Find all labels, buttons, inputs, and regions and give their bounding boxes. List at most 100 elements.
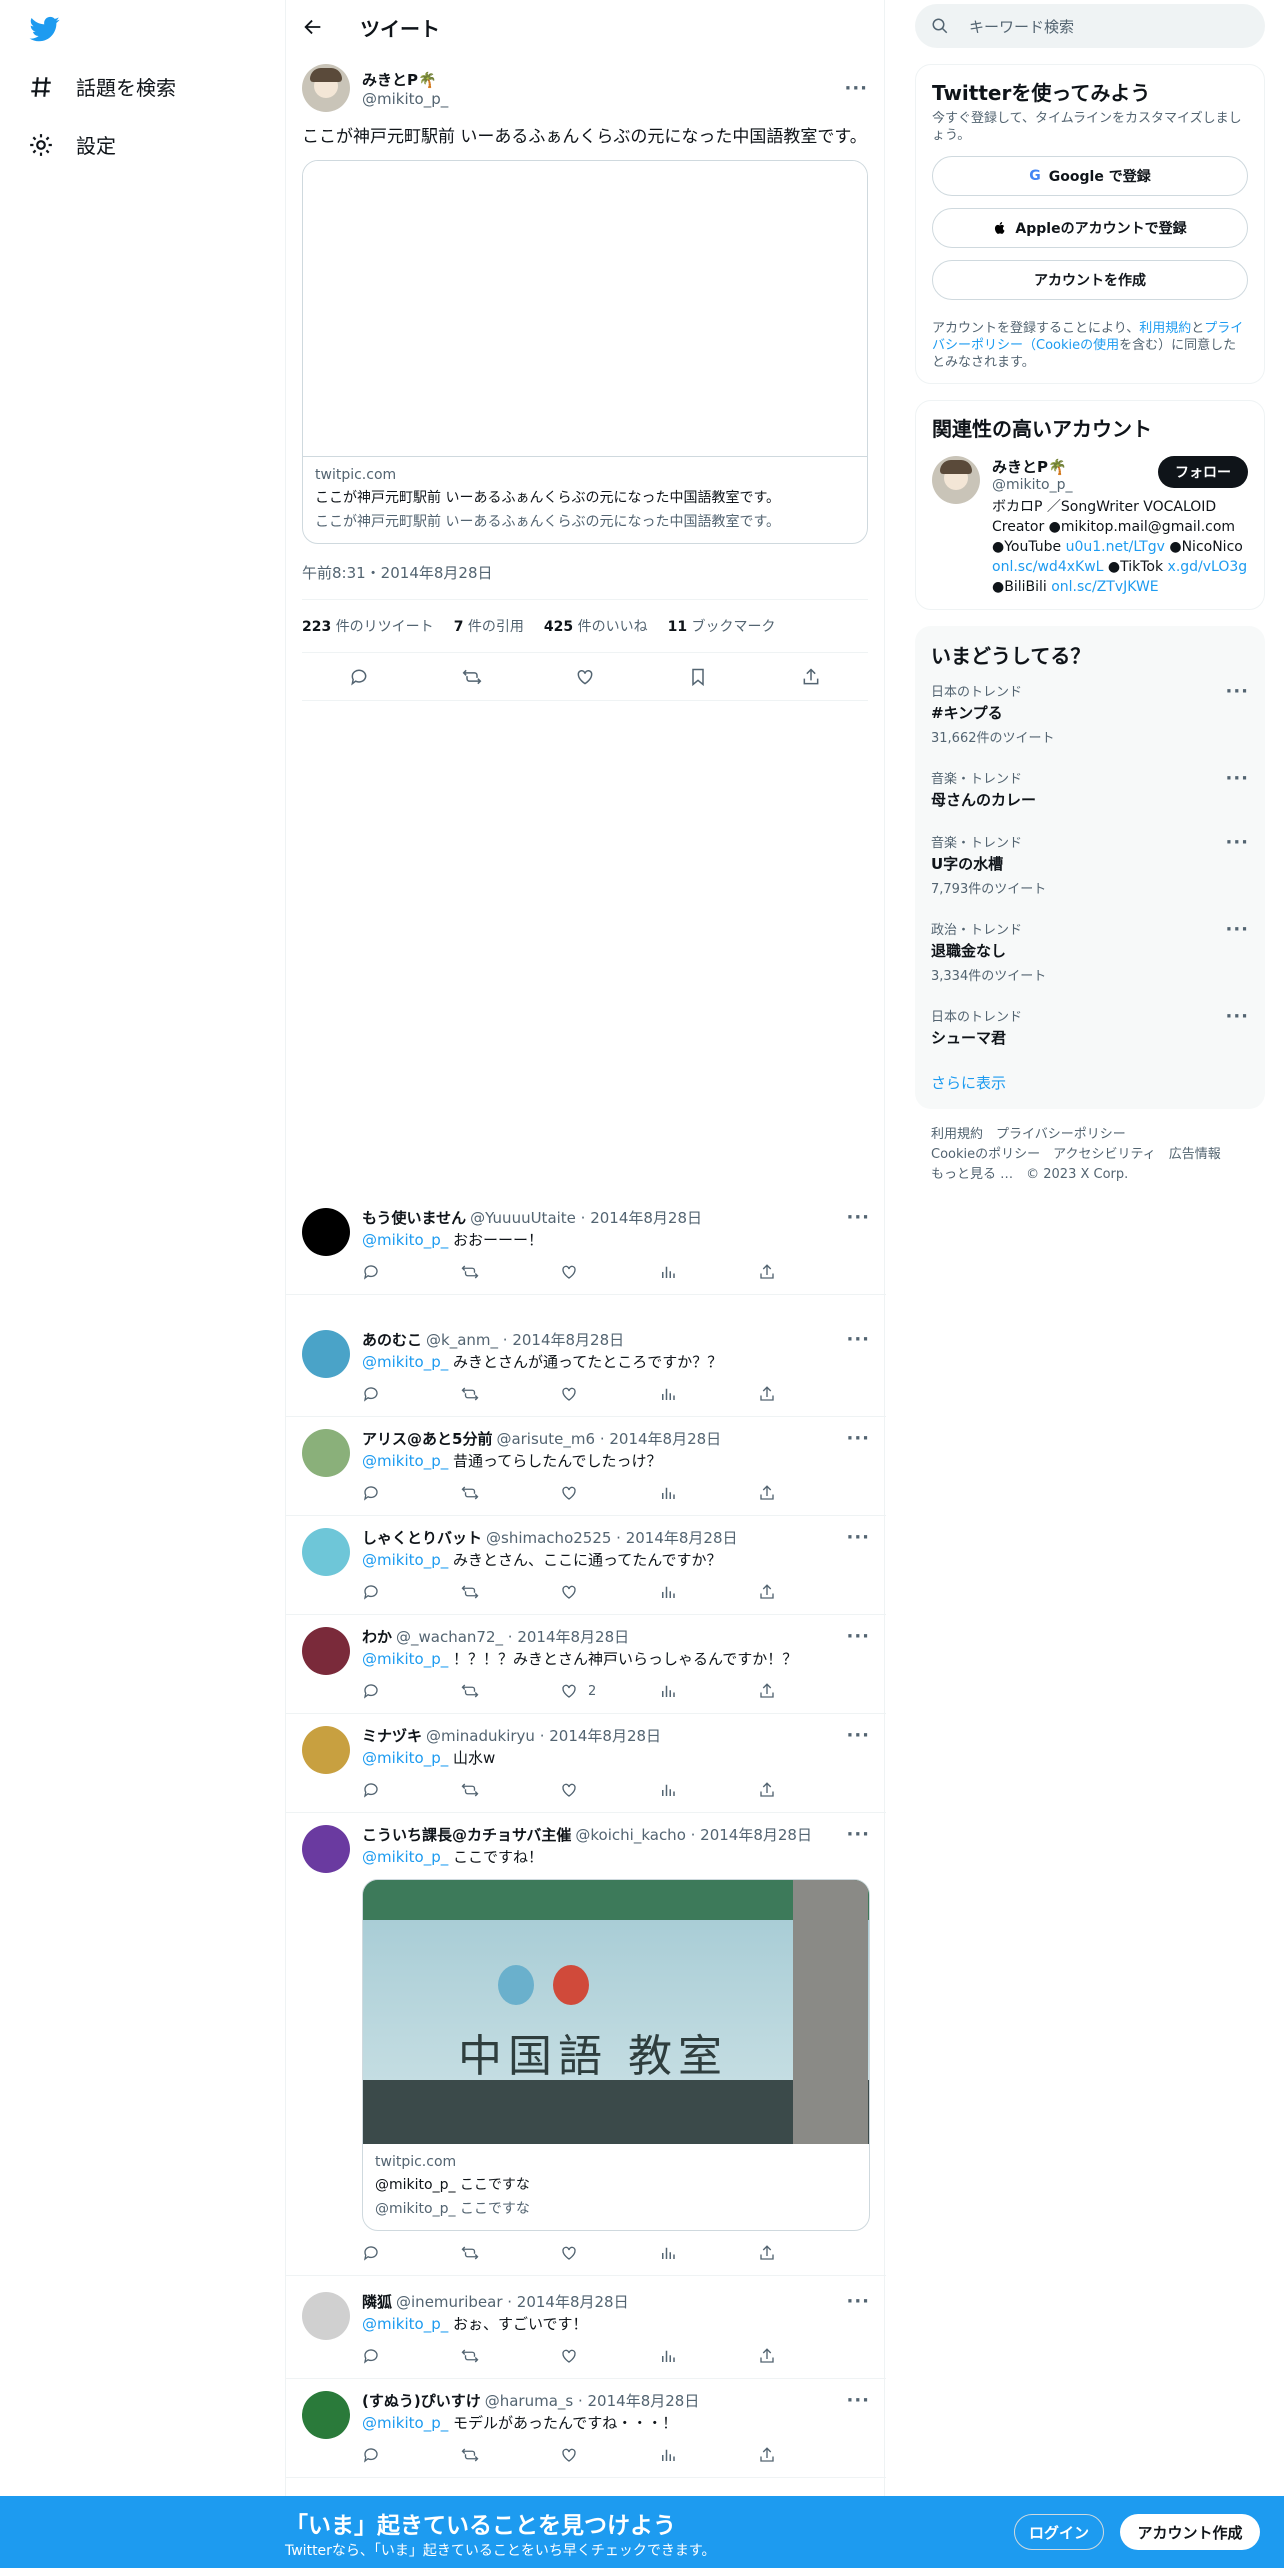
mention-link[interactable]: @mikito_p_ bbox=[362, 2414, 448, 2432]
retweet-icon[interactable] bbox=[461, 1583, 479, 1601]
reply-tweet[interactable]: 隣狐 @inemuribear · 2014年8月28日 ··· @mikito… bbox=[286, 2280, 886, 2379]
like-icon[interactable] bbox=[560, 1263, 578, 1281]
retweet-icon[interactable] bbox=[461, 1484, 479, 1502]
mention-link[interactable]: @mikito_p_ bbox=[362, 1231, 448, 1249]
more-options-icon[interactable]: ··· bbox=[1225, 832, 1249, 853]
retweet-icon[interactable] bbox=[462, 667, 482, 687]
more-options-icon[interactable]: ··· bbox=[1225, 1006, 1249, 1027]
mention-link[interactable]: @mikito_p_ bbox=[362, 2315, 448, 2333]
views-icon[interactable] bbox=[659, 1263, 677, 1281]
reply-author-handle[interactable]: @minadukiryu · 2014年8月28日 bbox=[426, 1726, 661, 1746]
reply-icon[interactable] bbox=[362, 1781, 380, 1799]
reply-author-name[interactable]: ミナヅキ bbox=[362, 1726, 422, 1746]
share-icon[interactable] bbox=[758, 1263, 776, 1281]
views-icon[interactable] bbox=[659, 1682, 677, 1700]
more-options-icon[interactable]: ··· bbox=[846, 1429, 870, 1449]
views-icon[interactable] bbox=[659, 1484, 677, 1502]
link-card[interactable]: twitpic.com ここが神戸元町駅前 いーあるふぁんくらぶの元になった中国… bbox=[302, 160, 868, 544]
create-account-button[interactable]: アカウントを作成 bbox=[932, 260, 1248, 300]
views-icon[interactable] bbox=[659, 2244, 677, 2262]
retweet-icon[interactable] bbox=[461, 1781, 479, 1799]
reply-author-name[interactable]: しゃくとりバット bbox=[362, 1528, 482, 1548]
search-input[interactable]: キーワード検索 bbox=[969, 16, 1074, 37]
reply-icon[interactable] bbox=[362, 1682, 380, 1700]
like-icon[interactable] bbox=[560, 1583, 578, 1601]
reply-author-handle[interactable]: @_wachan72_ · 2014年8月28日 bbox=[396, 1627, 629, 1647]
retweet-count[interactable]: 223 件のリツイート bbox=[302, 616, 434, 636]
avatar[interactable] bbox=[302, 2391, 350, 2439]
reply-author-name[interactable]: わか bbox=[362, 1627, 392, 1647]
reply-tweet[interactable]: ミナヅキ @minadukiryu · 2014年8月28日 ··· @miki… bbox=[286, 1714, 886, 1813]
search-box[interactable]: キーワード検索 bbox=[915, 4, 1265, 48]
reply-tweet[interactable]: あのむこ @k_anm_ · 2014年8月28日 ··· @mikito_p_… bbox=[286, 1318, 886, 1417]
reply-icon[interactable] bbox=[349, 667, 369, 687]
reply-author-name[interactable]: こういち課長@カチョサバ主催 bbox=[362, 1825, 571, 1845]
more-options-icon[interactable]: ··· bbox=[846, 1726, 870, 1746]
retweet-icon[interactable] bbox=[461, 2446, 479, 2464]
back-arrow-icon[interactable] bbox=[302, 16, 324, 38]
reply-tweet[interactable]: もう使いません @YuuuuUtaite · 2014年8月28日 ··· @m… bbox=[286, 1196, 886, 1295]
trend-item[interactable]: 政治・トレンド 退職金なし 3,334件のツイート ··· bbox=[931, 919, 1249, 984]
footer-line-2[interactable]: Cookieのポリシー アクセシビリティ 広告情報 bbox=[931, 1145, 1249, 1165]
reply-icon[interactable] bbox=[362, 1263, 380, 1281]
retweet-icon[interactable] bbox=[461, 1385, 479, 1403]
trend-item[interactable]: 音楽・トレンド U字の水槽 7,793件のツイート ··· bbox=[931, 832, 1249, 897]
avatar[interactable] bbox=[302, 1330, 350, 1378]
reply-icon[interactable] bbox=[362, 1484, 380, 1502]
reply-author-name[interactable]: 隣狐 bbox=[362, 2292, 392, 2312]
share-icon[interactable] bbox=[758, 1583, 776, 1601]
more-options-icon[interactable]: ··· bbox=[846, 2391, 870, 2411]
more-options-icon[interactable]: ··· bbox=[846, 1528, 870, 1548]
more-options-icon[interactable]: ··· bbox=[846, 1627, 870, 1647]
bookmark-count[interactable]: 11 ブックマーク bbox=[668, 616, 776, 636]
like-icon[interactable] bbox=[560, 1484, 578, 1502]
share-icon[interactable] bbox=[758, 1682, 776, 1700]
more-options-icon[interactable]: ··· bbox=[1225, 768, 1249, 789]
avatar[interactable] bbox=[302, 64, 350, 112]
reply-icon[interactable] bbox=[362, 2347, 380, 2365]
like-icon[interactable] bbox=[560, 1682, 578, 1700]
reply-tweet[interactable]: こういち課長@カチョサバ主催 @koichi_kacho · 2014年8月28… bbox=[286, 1813, 886, 2276]
more-options-icon[interactable]: ··· bbox=[846, 1208, 870, 1228]
reply-author-handle[interactable]: @shimacho2525 · 2014年8月28日 bbox=[486, 1528, 738, 1548]
reply-icon[interactable] bbox=[362, 2446, 380, 2464]
share-icon[interactable] bbox=[758, 2244, 776, 2262]
share-icon[interactable] bbox=[801, 667, 821, 687]
like-count[interactable]: 425 件のいいね bbox=[544, 616, 648, 636]
avatar[interactable] bbox=[932, 456, 980, 504]
reply-author-name[interactable]: もう使いません bbox=[362, 1208, 466, 1228]
views-icon[interactable] bbox=[659, 2347, 677, 2365]
mention-link[interactable]: @mikito_p_ bbox=[362, 1848, 448, 1866]
views-icon[interactable] bbox=[659, 2446, 677, 2464]
views-icon[interactable] bbox=[659, 1385, 677, 1403]
more-options-icon[interactable]: ··· bbox=[1225, 919, 1249, 940]
share-icon[interactable] bbox=[758, 1781, 776, 1799]
like-icon[interactable] bbox=[560, 2446, 578, 2464]
more-options-icon[interactable]: ··· bbox=[846, 2292, 870, 2312]
mention-link[interactable]: @mikito_p_ bbox=[362, 1452, 448, 1470]
share-icon[interactable] bbox=[758, 1385, 776, 1403]
author-handle[interactable]: @mikito_p_ bbox=[362, 90, 844, 108]
avatar[interactable] bbox=[302, 2292, 350, 2340]
more-options-icon[interactable]: ··· bbox=[1225, 681, 1249, 702]
quote-count[interactable]: 7 件の引用 bbox=[454, 616, 524, 636]
mention-link[interactable]: @mikito_p_ bbox=[362, 1551, 448, 1569]
reply-icon[interactable] bbox=[362, 1583, 380, 1601]
retweet-icon[interactable] bbox=[461, 1263, 479, 1281]
bilibili-link[interactable]: onl.sc/ZTvJKWE bbox=[1051, 579, 1158, 595]
nav-explore[interactable]: 話題を検索 bbox=[28, 72, 176, 101]
apple-signup-button[interactable]: Appleのアカウントで登録 bbox=[932, 208, 1248, 248]
follow-button[interactable]: フォロー bbox=[1158, 456, 1248, 488]
reply-tweet[interactable]: しゃくとりバット @shimacho2525 · 2014年8月28日 ··· … bbox=[286, 1516, 886, 1615]
more-options-icon[interactable]: ··· bbox=[846, 1825, 870, 1845]
like-icon[interactable] bbox=[560, 2347, 578, 2365]
avatar[interactable] bbox=[302, 1429, 350, 1477]
avatar[interactable] bbox=[302, 1726, 350, 1774]
tweet-timestamp[interactable]: 午前8:31・2014年8月28日 bbox=[302, 544, 868, 600]
reply-author-handle[interactable]: @arisute_m6 · 2014年8月28日 bbox=[496, 1429, 721, 1449]
reply-tweet[interactable]: わか @_wachan72_ · 2014年8月28日 ··· @mikito_… bbox=[286, 1615, 886, 1714]
reply-link-card[interactable]: 中国語 教室 twitpic.com @mikito_p_ ここですな @mik… bbox=[362, 1879, 870, 2231]
reply-tweet[interactable]: アリス@あと5分前 @arisute_m6 · 2014年8月28日 ··· @… bbox=[286, 1417, 886, 1516]
mention-link[interactable]: @mikito_p_ bbox=[362, 1749, 448, 1767]
signup-button[interactable]: アカウント作成 bbox=[1120, 2514, 1260, 2550]
